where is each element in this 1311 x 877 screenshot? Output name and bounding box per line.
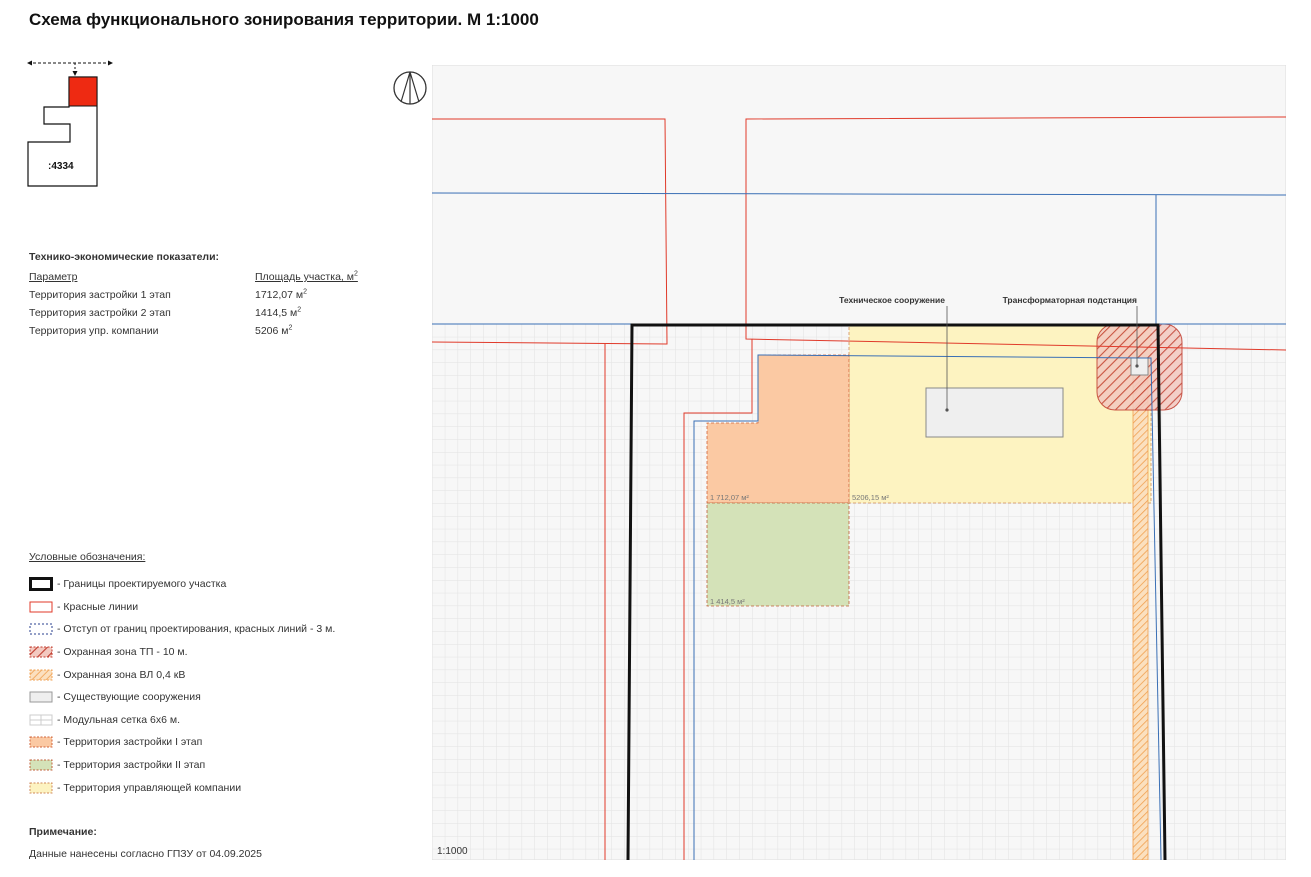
tep-row-value: 1414,5 м2 (255, 306, 302, 320)
technical-structure (925, 387, 1064, 438)
tep-row-param: Территория застройки 2 этап (29, 307, 171, 319)
legend-label: - Отступ от границ проектирования, красн… (57, 623, 336, 636)
legend-item-stage1: - Территория застройки I этап (29, 731, 335, 754)
note-text: Данные нанесены согласно ГПЗУ от 04.09.2… (29, 848, 262, 860)
tep-col-area-text: Площадь участка, м (255, 271, 354, 283)
legend-item-setback: - Отступ от границ проектирования, красн… (29, 618, 335, 641)
note-heading: Примечание: (29, 826, 97, 838)
tep-row-value-text: 1712,07 м (255, 289, 304, 301)
legend-label: - Охранная зона ТП - 10 м. (57, 646, 188, 659)
legend-item-boundary: - Границы проектируемого участка (29, 573, 335, 596)
thick-border-icon (29, 577, 53, 592)
legend-item-structures: - Существующие сооружения (29, 686, 335, 709)
north-arrow-icon (393, 71, 427, 105)
legend-label: - Территория застройки II этап (57, 759, 206, 772)
keymap-highlight (68, 76, 98, 107)
tep-row-value: 5206 м2 (255, 324, 293, 338)
legend-item-red-lines: - Красные линии (29, 596, 335, 619)
keymap-parcel-label: :4334 (48, 161, 74, 172)
grey-fill-icon (29, 691, 53, 703)
yellow-fill-icon (29, 782, 53, 794)
tep-row-value-sup: 2 (303, 288, 307, 296)
tep-row-value-sup: 2 (297, 306, 302, 314)
tep-table: Параметр Площадь участка, м2 Территория … (29, 268, 358, 340)
tep-col-param: Параметр (29, 271, 78, 283)
legend-label: - Охранная зона ВЛ 0,4 кВ (57, 668, 186, 681)
legend-item-grid: - Модульная сетка 6х6 м. (29, 709, 335, 732)
area-label-stage1: 1 712,07 м² (710, 493, 749, 502)
tep-row-param: Территория упр. компании (29, 325, 159, 337)
legend-label: - Территория управляющей компании (57, 781, 242, 794)
area-label-company: 5206,15 м² (852, 493, 889, 502)
legend: - Границы проектируемого участка - Красн… (29, 573, 335, 799)
page-title: Схема функционального зонирования террит… (29, 10, 539, 29)
legend-label: - Модульная сетка 6х6 м. (57, 713, 180, 726)
legend-label: - Красные линии (57, 600, 139, 613)
legend-item-stage2: - Территория застройки II этап (29, 754, 335, 777)
tep-row-param: Территория застройки 1 этап (29, 289, 171, 301)
legend-label: - Существующие сооружения (57, 691, 201, 704)
orange-fill-icon (29, 736, 53, 748)
tep-row-value-sup: 2 (288, 324, 293, 332)
key-map: :4334 (27, 60, 113, 187)
legend-label: - Границы проектируемого участка (57, 578, 227, 591)
substation (1130, 357, 1149, 376)
stage2-zone (706, 502, 850, 607)
tep-col-area-sup: 2 (353, 270, 358, 278)
tep-row-value: 1712,07 м2 (255, 288, 307, 302)
tep-header-row: Параметр Площадь участка, м2 (29, 268, 358, 286)
callout-structure-label: Техническое сооружение (839, 295, 945, 305)
orange-hatch-icon (29, 669, 53, 681)
scale-label: 1:1000 (437, 846, 468, 857)
blue-dashed-icon (29, 623, 53, 635)
tep-row-value-text: 5206 м (255, 325, 289, 337)
green-fill-icon (29, 759, 53, 771)
legend-item-company: - Территория управляющей компании (29, 776, 335, 799)
red-hatch-icon (29, 646, 53, 658)
tep-row: Территория упр. компании 5206 м2 (29, 322, 358, 340)
tep-row: Территория застройки 1 этап 1712,07 м2 (29, 286, 358, 304)
grid-icon (29, 714, 53, 726)
tep-heading: Технико-экономические показатели: (29, 251, 220, 263)
tep-row-value-text: 1414,5 м (255, 307, 298, 319)
legend-label: - Территория застройки I этап (57, 736, 203, 749)
legend-title: Условные обозначения: (29, 551, 146, 563)
area-label-stage2: 1 414,5 м² (710, 597, 745, 606)
legend-item-vl-zone: - Охранная зона ВЛ 0,4 кВ (29, 663, 335, 686)
tep-row: Территория застройки 2 этап 1414,5 м2 (29, 304, 358, 322)
legend-item-tp-zone: - Охранная зона ТП - 10 м. (29, 641, 335, 664)
callout-substation-label: Трансформаторная подстанция (1003, 295, 1137, 305)
red-outline-icon (29, 601, 53, 613)
tep-col-area: Площадь участка, м2 (255, 270, 358, 284)
overhead-line-zone (1132, 372, 1149, 860)
